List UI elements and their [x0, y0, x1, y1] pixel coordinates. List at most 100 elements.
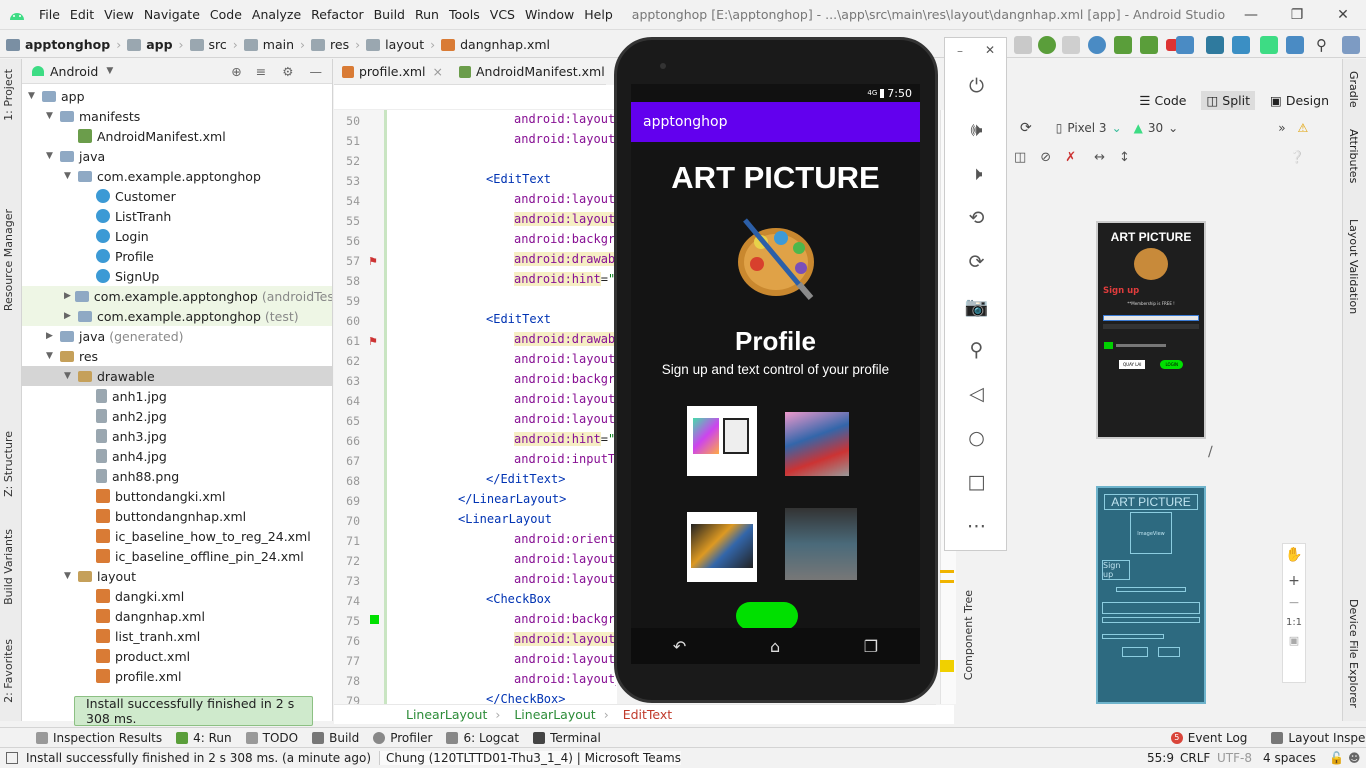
volume-down-icon[interactable]: 🕨 — [945, 152, 1008, 196]
tab-attributes[interactable]: Attributes — [1347, 129, 1360, 183]
search-icon[interactable]: ⚲ — [1316, 36, 1334, 54]
tree-item[interactable]: ▶ com.example.apptonghop(androidTest) — [22, 286, 332, 306]
tab-project[interactable]: 1: Project — [2, 69, 15, 121]
breadcrumb-item[interactable]: src › — [184, 37, 238, 52]
tab-layout-validation[interactable]: Layout Validation — [1347, 219, 1360, 314]
expand-vertical-icon[interactable]: ↕ — [1119, 150, 1130, 165]
tab-resource-manager[interactable]: Resource Manager — [2, 209, 15, 311]
menu-view[interactable]: View — [99, 0, 139, 30]
tree-item[interactable]: ic_baseline_how_to_reg_24.xml — [22, 526, 332, 546]
expand-arrow-icon[interactable]: ▶ — [64, 311, 74, 321]
tree-item[interactable]: dangki.xml — [22, 586, 332, 606]
tree-item[interactable]: product.xml — [22, 646, 332, 666]
rotate-icon[interactable]: ⟳ — [1020, 120, 1032, 136]
warning-icon[interactable]: ⚠ — [1298, 121, 1309, 135]
design-preview[interactable]: ART PICTURE Sign up **Membership is FREE… — [1096, 221, 1206, 439]
download-icon[interactable] — [1286, 36, 1304, 54]
power-icon[interactable]: ⏻ — [945, 64, 1008, 108]
breadcrumb-linearlayout[interactable]: LinearLayout — [406, 707, 487, 722]
expand-arrow-icon[interactable]: ▼ — [46, 351, 56, 361]
device-selector[interactable]: Pixel 3 — [1067, 121, 1106, 135]
file-encoding[interactable]: UTF-8 — [1217, 751, 1252, 765]
menu-run[interactable]: Run — [410, 0, 444, 30]
tab-structure[interactable]: Z: Structure — [2, 431, 15, 497]
design-mode-button[interactable]: ▣ Design — [1265, 91, 1334, 110]
expand-arrow-icon[interactable]: ▶ — [46, 331, 56, 341]
tree-item[interactable]: anh88.png — [22, 466, 332, 486]
breadcrumb-linearlayout[interactable]: LinearLayout — [514, 707, 595, 722]
tree-item[interactable]: Profile — [22, 246, 332, 266]
panel-icon[interactable]: ◫ — [1014, 150, 1026, 165]
minimize-button[interactable]: — — [1228, 0, 1274, 30]
tree-item[interactable]: anh3.jpg — [22, 426, 332, 446]
art-image-4[interactable] — [785, 508, 857, 580]
chevron-down-icon[interactable]: ⌄ — [1112, 121, 1122, 135]
terminal-tab[interactable]: Terminal — [533, 731, 601, 745]
help-icon[interactable]: ❔ — [1290, 150, 1305, 164]
hammer-icon[interactable] — [1014, 36, 1032, 54]
visibility-off-icon[interactable]: ⊘ — [1040, 150, 1051, 165]
rotate-left-icon[interactable]: ⟲ — [945, 196, 1008, 240]
menu-vcs[interactable]: VCS — [485, 0, 520, 30]
logcat-tab[interactable]: 6: Logcat — [446, 731, 519, 745]
tree-item[interactable]: ▼ drawable — [22, 366, 332, 386]
tree-item[interactable]: anh1.jpg — [22, 386, 332, 406]
recents-nav-icon[interactable]: ❐ — [864, 637, 878, 656]
sync-icon[interactable] — [1140, 36, 1158, 54]
expand-arrow-icon[interactable]: ▼ — [64, 371, 74, 381]
tree-item[interactable]: AndroidManifest.xml — [22, 126, 332, 146]
tree-item[interactable]: profile.xml — [22, 666, 332, 686]
event-log-tab[interactable]: 5 Event Log — [1170, 731, 1247, 745]
tab-build-variants[interactable]: Build Variants — [2, 529, 15, 605]
collapse-all-icon[interactable]: ≡ — [256, 64, 266, 79]
tree-item[interactable]: Login — [22, 226, 332, 246]
green-action-button[interactable] — [736, 602, 798, 630]
bug-icon[interactable] — [1038, 36, 1056, 54]
breadcrumb-item[interactable]: apptonghop › — [0, 37, 121, 52]
expand-horizontal-icon[interactable]: ↔ — [1094, 150, 1105, 165]
run-tab[interactable]: 4: Run — [176, 731, 232, 745]
tab-component-tree[interactable]: Component Tree — [962, 590, 975, 680]
home-icon[interactable]: ○ — [945, 416, 1008, 460]
breadcrumb-item[interactable]: layout › — [360, 37, 435, 52]
more-options-icon[interactable]: ⋯ — [945, 504, 1008, 548]
lock-icon[interactable]: 🔓 — [1329, 751, 1344, 765]
expand-arrow-icon[interactable]: ▶ — [64, 291, 71, 301]
blueprint-preview[interactable]: ART PICTURE ImageView Sign up — [1096, 486, 1206, 704]
art-image-1[interactable] — [687, 406, 757, 476]
overview-icon[interactable]: □ — [945, 460, 1008, 504]
menu-navigate[interactable]: Navigate — [139, 0, 205, 30]
back-nav-icon[interactable]: ↶ — [673, 637, 686, 656]
tree-item[interactable]: ▼ res — [22, 346, 332, 366]
menu-tools[interactable]: Tools — [444, 0, 485, 30]
chevron-down-icon[interactable]: ⌄ — [1168, 121, 1178, 135]
status-message[interactable]: Install successfully finished in 2 s 308… — [26, 751, 371, 765]
menu-refactor[interactable]: Refactor — [306, 0, 368, 30]
status-toggle-icon[interactable] — [6, 752, 18, 764]
breadcrumb-item[interactable]: main › — [238, 37, 305, 52]
menu-window[interactable]: Window — [520, 0, 579, 30]
zoom-in-icon[interactable]: + — [1288, 573, 1300, 589]
tree-item[interactable]: ▶ java (generated) — [22, 326, 332, 346]
split-mode-button[interactable]: ◫ Split — [1201, 90, 1256, 110]
close-tab-icon[interactable]: × — [433, 64, 443, 79]
notification-toast[interactable]: Install successfully finished in 2 s 308… — [74, 696, 313, 726]
minimize-emulator-icon[interactable]: – — [957, 44, 963, 58]
tree-item[interactable]: anh2.jpg — [22, 406, 332, 426]
volume-up-icon[interactable]: 🕪 — [945, 108, 1008, 152]
profiler-icon[interactable] — [1088, 36, 1106, 54]
tree-item[interactable]: ▼ com.example.apptonghop — [22, 166, 332, 186]
breadcrumb-item[interactable]: res › — [305, 37, 360, 52]
target-icon[interactable]: ⊕ — [231, 64, 241, 79]
home-nav-icon[interactable]: ⌂ — [770, 637, 780, 656]
expand-arrow-icon[interactable]: ▼ — [46, 111, 56, 121]
resize-handle-icon[interactable]: ∕ — [1208, 444, 1213, 460]
warning-marker-icon[interactable]: ⚑ — [368, 335, 378, 348]
avd-manager-icon[interactable] — [1176, 36, 1194, 54]
tree-item[interactable]: ▼ layout — [22, 566, 332, 586]
project-view-selector[interactable]: Android — [50, 64, 98, 79]
close-emulator-icon[interactable]: ✕ — [985, 43, 995, 57]
breadcrumb-item[interactable]: app › — [121, 37, 184, 52]
expand-arrow-icon[interactable]: ▼ — [64, 571, 74, 581]
device-icon[interactable] — [1206, 36, 1224, 54]
